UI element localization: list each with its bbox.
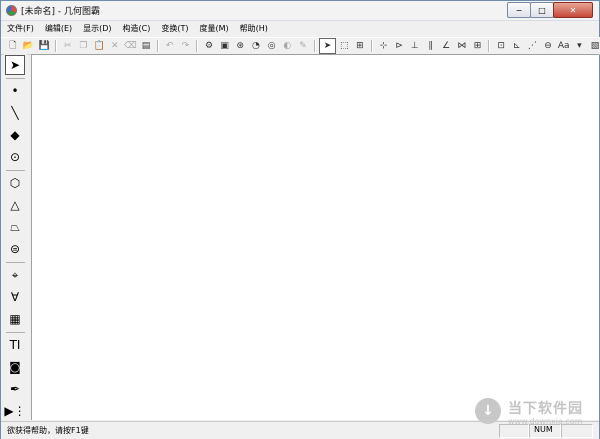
more-tools-icon[interactable]: ▶⋮ bbox=[4, 401, 25, 421]
tool-separator bbox=[6, 78, 25, 79]
menu-item[interactable]: 文件(F) bbox=[2, 23, 39, 34]
font-icon[interactable]: Aa bbox=[556, 39, 572, 53]
watermark: ↓ 当下软件园 www.downxia.com bbox=[470, 396, 598, 436]
pyramid-tool-icon[interactable]: △ bbox=[5, 195, 25, 215]
app-logo-icon[interactable] bbox=[6, 5, 17, 16]
reflect-icon[interactable]: ⋈ bbox=[454, 39, 470, 53]
axes-icon[interactable]: ⊾ bbox=[509, 39, 525, 53]
select-arrow-icon[interactable]: ➤ bbox=[318, 38, 337, 54]
toolbar-separator bbox=[196, 40, 199, 52]
paste-icon[interactable]: 📋 bbox=[91, 39, 107, 53]
menu-item[interactable]: 变换(T) bbox=[156, 23, 193, 34]
status-help-text: 欲获得帮助，请按F1键 bbox=[7, 426, 89, 435]
zoom-icon[interactable]: ⊛ bbox=[232, 39, 248, 53]
ellipse-icon[interactable]: ⊖ bbox=[540, 39, 556, 53]
polygon-tool-icon[interactable]: ◆ bbox=[5, 125, 25, 145]
image-tool-icon[interactable]: ◙ bbox=[5, 357, 25, 377]
menu-item[interactable]: 构造(C) bbox=[118, 23, 156, 34]
properties-icon[interactable]: ▤ bbox=[138, 39, 154, 53]
undo-icon[interactable]: ↶ bbox=[162, 39, 178, 53]
perpendicular-icon[interactable]: ⊥ bbox=[407, 39, 423, 53]
caption-buttons: − □ ✕ bbox=[507, 2, 593, 18]
angle-tool-icon[interactable]: ∀ bbox=[5, 287, 25, 307]
new-file-icon[interactable]: 🗋 bbox=[5, 39, 21, 53]
menu-item[interactable]: 编辑(E) bbox=[40, 23, 77, 34]
point-on-icon[interactable]: ⊹ bbox=[376, 39, 392, 53]
delete-icon[interactable]: ✕ bbox=[107, 39, 123, 53]
camera-icon[interactable]: ▣ bbox=[217, 39, 233, 53]
window-title: [未命名] - 几何图霸 bbox=[21, 7, 100, 17]
dropdown-arrow-icon[interactable]: ▾ bbox=[572, 39, 588, 53]
menu-item[interactable]: 度量(M) bbox=[195, 23, 234, 34]
minimize-button[interactable]: − bbox=[507, 2, 531, 18]
save-icon[interactable]: 💾 bbox=[36, 39, 52, 53]
erase-icon[interactable]: ⌫ bbox=[123, 39, 139, 53]
select-area-icon[interactable]: ⬚ bbox=[336, 39, 352, 53]
select-points-icon[interactable]: ⊞ bbox=[352, 39, 368, 53]
point-tool-icon[interactable]: • bbox=[5, 81, 25, 101]
brush-icon[interactable]: ✎ bbox=[295, 39, 311, 53]
grid-icon[interactable]: ⊞ bbox=[470, 39, 486, 53]
toolbar-separator bbox=[156, 40, 159, 52]
cube-tool-icon[interactable]: ⬡ bbox=[5, 173, 25, 193]
open-folder-icon[interactable]: 📂 bbox=[21, 39, 37, 53]
cut-icon[interactable]: ✂ bbox=[60, 39, 76, 53]
sphere-tool-icon[interactable]: ⊜ bbox=[5, 239, 25, 259]
calculator-tool-icon[interactable]: ▦ bbox=[5, 309, 25, 329]
arrow-tool-icon[interactable]: ➤ bbox=[5, 55, 25, 75]
bisector-icon[interactable]: ∠ bbox=[438, 39, 454, 53]
transform-tool-icon[interactable]: ⌖ bbox=[5, 265, 25, 285]
tool-separator bbox=[6, 262, 25, 263]
toolbar-separator bbox=[370, 40, 373, 52]
menu-bar: 文件(F) 编辑(E) 显示(D) 构造(C) 变换(T) 度量(M) 帮助(H) bbox=[1, 21, 599, 36]
text-tool-icon[interactable]: TI bbox=[5, 335, 25, 355]
pen-tool-icon[interactable]: ✒ bbox=[5, 379, 25, 399]
circle-tool-icon[interactable]: ⊙ bbox=[5, 147, 25, 167]
title-bar[interactable]: [未命名] - 几何图霸 − □ ✕ bbox=[1, 1, 599, 21]
close-button[interactable]: ✕ bbox=[553, 2, 593, 18]
toolbar-separator bbox=[54, 40, 57, 52]
download-arrow-icon: ↓ bbox=[475, 398, 501, 424]
animate-icon[interactable]: ◔ bbox=[248, 39, 264, 53]
settings-icon[interactable]: ⚙ bbox=[201, 39, 217, 53]
toolbar-separator bbox=[488, 40, 491, 52]
frame-icon[interactable]: ⊡ bbox=[493, 39, 509, 53]
main-toolbar: 🗋 📂 💾 ✂ ❐ 📋 ✕ ⌫ ▤ ↶ ↷ ⚙ ▣ ⊛ ◔ ◎ ◐ ✎ ➤ ⬚ ⊞ ⊹ ⊳ ⊥ ∥ ∠ ⋈ ⊞ ⊡ ⊾ ⋰ ⊖ Aa ▾ ▧ bbox=[1, 37, 600, 55]
color-icon[interactable]: ◐ bbox=[279, 39, 295, 53]
copy-icon[interactable]: ❐ bbox=[76, 39, 92, 53]
redo-icon[interactable]: ↷ bbox=[178, 39, 194, 53]
tool-separator bbox=[6, 170, 25, 171]
tool-separator bbox=[6, 332, 25, 333]
parallel-icon[interactable]: ∥ bbox=[423, 39, 439, 53]
midpoint-icon[interactable]: ⊳ bbox=[391, 39, 407, 53]
prism-tool-icon[interactable]: ⏢ bbox=[5, 217, 25, 237]
toolbar-separator bbox=[313, 40, 316, 52]
segment-tool-icon[interactable]: ╲ bbox=[5, 103, 25, 123]
menu-item[interactable]: 帮助(H) bbox=[235, 23, 273, 34]
dotted-line-icon[interactable]: ⋰ bbox=[525, 39, 541, 53]
drawing-canvas[interactable] bbox=[31, 54, 599, 420]
maximize-button[interactable]: □ bbox=[530, 2, 554, 18]
watermark-url: www.downxia.com bbox=[508, 417, 583, 426]
tool-palette: ➤ • ╲ ◆ ⊙ ⬡ △ ⏢ ⊜ ⌖ ∀ ▦ TI ◙ ✒ ▶⋮ bbox=[4, 54, 27, 419]
watermark-title: 当下软件园 bbox=[508, 401, 583, 417]
app-window: [未命名] - 几何图霸 − □ ✕ 文件(F) 编辑(E) 显示(D) 构造(C) 变… bbox=[0, 0, 600, 439]
image-icon[interactable]: ▧ bbox=[587, 39, 600, 53]
trace-icon[interactable]: ◎ bbox=[264, 39, 280, 53]
menu-item[interactable]: 显示(D) bbox=[78, 23, 116, 34]
